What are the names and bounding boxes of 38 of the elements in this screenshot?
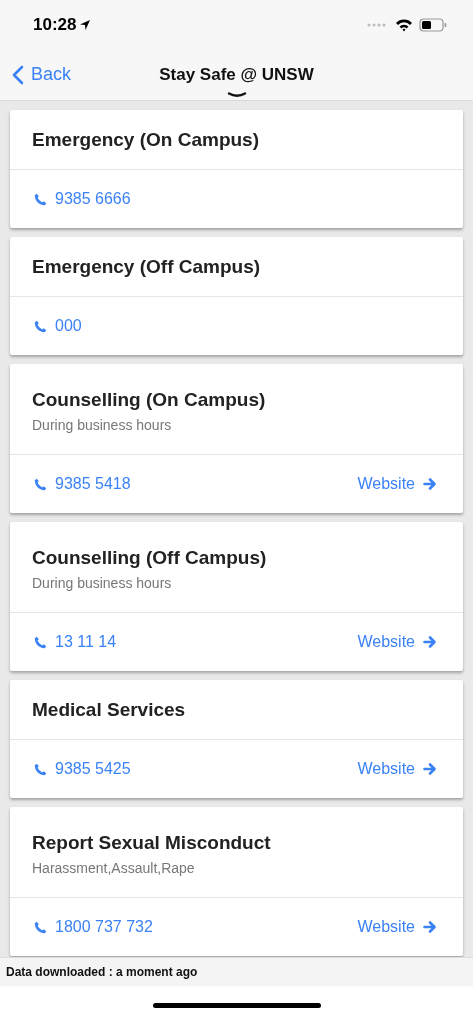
website-link[interactable]: Website [357, 918, 437, 936]
location-arrow-icon [79, 19, 92, 31]
phone-link[interactable]: 1800 737 732 [34, 918, 153, 936]
back-button[interactable]: Back [12, 64, 72, 85]
phone-link[interactable]: 13 11 14 [34, 633, 117, 651]
pull-handle-icon[interactable] [227, 92, 247, 98]
website-link[interactable]: Website [357, 633, 437, 651]
website-link[interactable]: Website [357, 475, 437, 493]
phone-icon [34, 920, 47, 934]
phone-link[interactable]: 9385 6666 [34, 190, 131, 208]
phone-link[interactable]: 9385 5418 [34, 475, 131, 493]
card-title: Emergency (On Campus) [32, 128, 260, 151]
download-status: Data downloaded : a moment ago [6, 965, 198, 979]
wifi-icon [395, 18, 413, 32]
website-link[interactable]: Website [357, 760, 437, 778]
card-subtitle: During business hours [32, 417, 173, 433]
arrow-right-icon [423, 635, 437, 649]
card-title: Emergency (Off Campus) [32, 255, 262, 278]
card-title: Counselling (Off Campus) [32, 547, 268, 569]
card-title: Counselling (On Campus) [32, 389, 267, 411]
phone-link[interactable]: 000 [34, 317, 82, 335]
phone-link[interactable]: 9385 5425 [34, 760, 131, 778]
arrow-right-icon [423, 920, 437, 934]
card-subtitle: During business hours [32, 575, 173, 591]
arrow-right-icon [423, 477, 437, 491]
card-title: Medical Services [32, 698, 187, 721]
screen-title: Stay Safe @ UNSW [159, 65, 314, 85]
card-title: Report Sexual Misconduct [32, 832, 272, 854]
arrow-right-icon [423, 762, 437, 776]
clock-time: 10:28 [33, 15, 77, 35]
phone-icon [34, 635, 47, 649]
card-subtitle: Harassment,Assault,Rape [32, 860, 196, 876]
battery-icon [419, 18, 447, 32]
phone-icon [34, 192, 47, 206]
phone-icon [34, 762, 47, 776]
chevron-left-icon [12, 64, 24, 85]
phone-icon [34, 319, 47, 333]
phone-icon [34, 477, 47, 491]
